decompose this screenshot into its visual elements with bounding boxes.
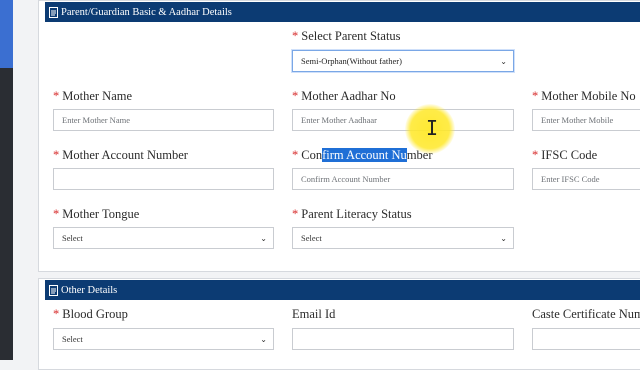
chevron-down-icon: ⌄ xyxy=(500,233,507,243)
required-mark: * xyxy=(53,148,60,162)
parent-status-label: * Select Parent Status xyxy=(292,29,401,44)
ifsc-input[interactable]: Enter IFSC Code xyxy=(532,168,640,190)
mother-aadhar-placeholder: Enter Mother Aadhaar xyxy=(301,115,377,125)
email-label-text: Email Id xyxy=(292,307,336,321)
caste-cert-input[interactable] xyxy=(532,328,640,350)
required-mark: * xyxy=(292,29,299,43)
mother-tongue-label-text: Mother Tongue xyxy=(62,207,140,221)
blood-group-label-text: Blood Group xyxy=(62,307,128,321)
email-label: Email Id xyxy=(292,307,335,322)
text-selection-highlight: firm Account Nu xyxy=(322,148,407,162)
mother-tongue-value: Select xyxy=(62,233,83,243)
mother-name-label-text: Mother Name xyxy=(62,89,133,103)
blood-group-label: * Blood Group xyxy=(53,307,128,322)
document-icon xyxy=(49,284,58,296)
parent-status-label-text: Select Parent Status xyxy=(301,29,401,43)
mother-mobile-input[interactable]: Enter Mother Mobile xyxy=(532,109,640,131)
mother-account-input[interactable] xyxy=(53,168,274,190)
chevron-down-icon: ⌄ xyxy=(260,233,267,243)
confirm-account-label: * Confirm Account Number xyxy=(292,148,433,163)
parent-details-title: Parent/Guardian Basic & Aadhar Details xyxy=(61,6,232,18)
ifsc-label-text: IFSC Code xyxy=(541,148,598,162)
blood-group-select[interactable]: Select ⌄ xyxy=(53,328,274,350)
required-mark: * xyxy=(53,207,60,221)
parent-details-header: Parent/Guardian Basic & Aadhar Details xyxy=(45,2,640,22)
mother-account-label: * Mother Account Number xyxy=(53,148,188,163)
chevron-down-icon: ⌄ xyxy=(500,56,507,66)
chevron-down-icon: ⌄ xyxy=(260,334,267,344)
required-mark: * xyxy=(292,207,299,221)
mother-mobile-placeholder: Enter Mother Mobile xyxy=(541,115,614,125)
other-details-panel: Other Details xyxy=(38,278,640,370)
blood-group-value: Select xyxy=(62,334,83,344)
required-mark: * xyxy=(53,89,60,103)
sidebar-active-indicator xyxy=(0,0,13,68)
left-sidebar-strip xyxy=(0,0,13,360)
caste-cert-label-text: Caste Certificate Numb xyxy=(532,307,640,321)
required-mark: * xyxy=(292,89,299,103)
required-mark: * xyxy=(532,148,539,162)
mother-aadhar-label-text: Mother Aadhar No xyxy=(301,89,396,103)
mother-aadhar-label: * Mother Aadhar No xyxy=(292,89,396,104)
confirm-account-label-start: Con xyxy=(301,148,323,162)
confirm-account-input[interactable]: Confirm Account Number xyxy=(292,168,514,190)
ifsc-placeholder: Enter IFSC Code xyxy=(541,174,600,184)
mother-name-input[interactable]: Enter Mother Name xyxy=(53,109,274,131)
required-mark: * xyxy=(532,89,539,103)
other-details-header: Other Details xyxy=(45,280,640,300)
required-mark: * xyxy=(292,148,299,162)
literacy-value: Select xyxy=(301,233,322,243)
mother-tongue-label: * Mother Tongue xyxy=(53,207,139,222)
mother-tongue-select[interactable]: Select ⌄ xyxy=(53,227,274,249)
mother-mobile-label-text: Mother Mobile No xyxy=(541,89,636,103)
mother-account-label-text: Mother Account Number xyxy=(62,148,188,162)
ifsc-label: * IFSC Code xyxy=(532,148,597,163)
document-icon xyxy=(49,6,58,18)
mother-name-label: * Mother Name xyxy=(53,89,132,104)
mother-mobile-label: * Mother Mobile No xyxy=(532,89,636,104)
other-details-title: Other Details xyxy=(61,284,118,296)
text-cursor-icon: I xyxy=(426,116,439,140)
mother-aadhar-input[interactable]: Enter Mother Aadhaar xyxy=(292,109,514,131)
email-input[interactable] xyxy=(292,328,514,350)
confirm-account-placeholder: Confirm Account Number xyxy=(301,174,391,184)
literacy-label-text: Parent Literacy Status xyxy=(301,207,412,221)
caste-cert-label: Caste Certificate Numb xyxy=(532,307,640,322)
literacy-select[interactable]: Select ⌄ xyxy=(292,227,514,249)
mother-name-placeholder: Enter Mother Name xyxy=(62,115,130,125)
parent-status-select[interactable]: Semi-Orphan(Without father) ⌄ xyxy=(292,50,514,72)
required-mark: * xyxy=(53,307,60,321)
literacy-label: * Parent Literacy Status xyxy=(292,207,412,222)
parent-status-value: Semi-Orphan(Without father) xyxy=(301,56,402,66)
